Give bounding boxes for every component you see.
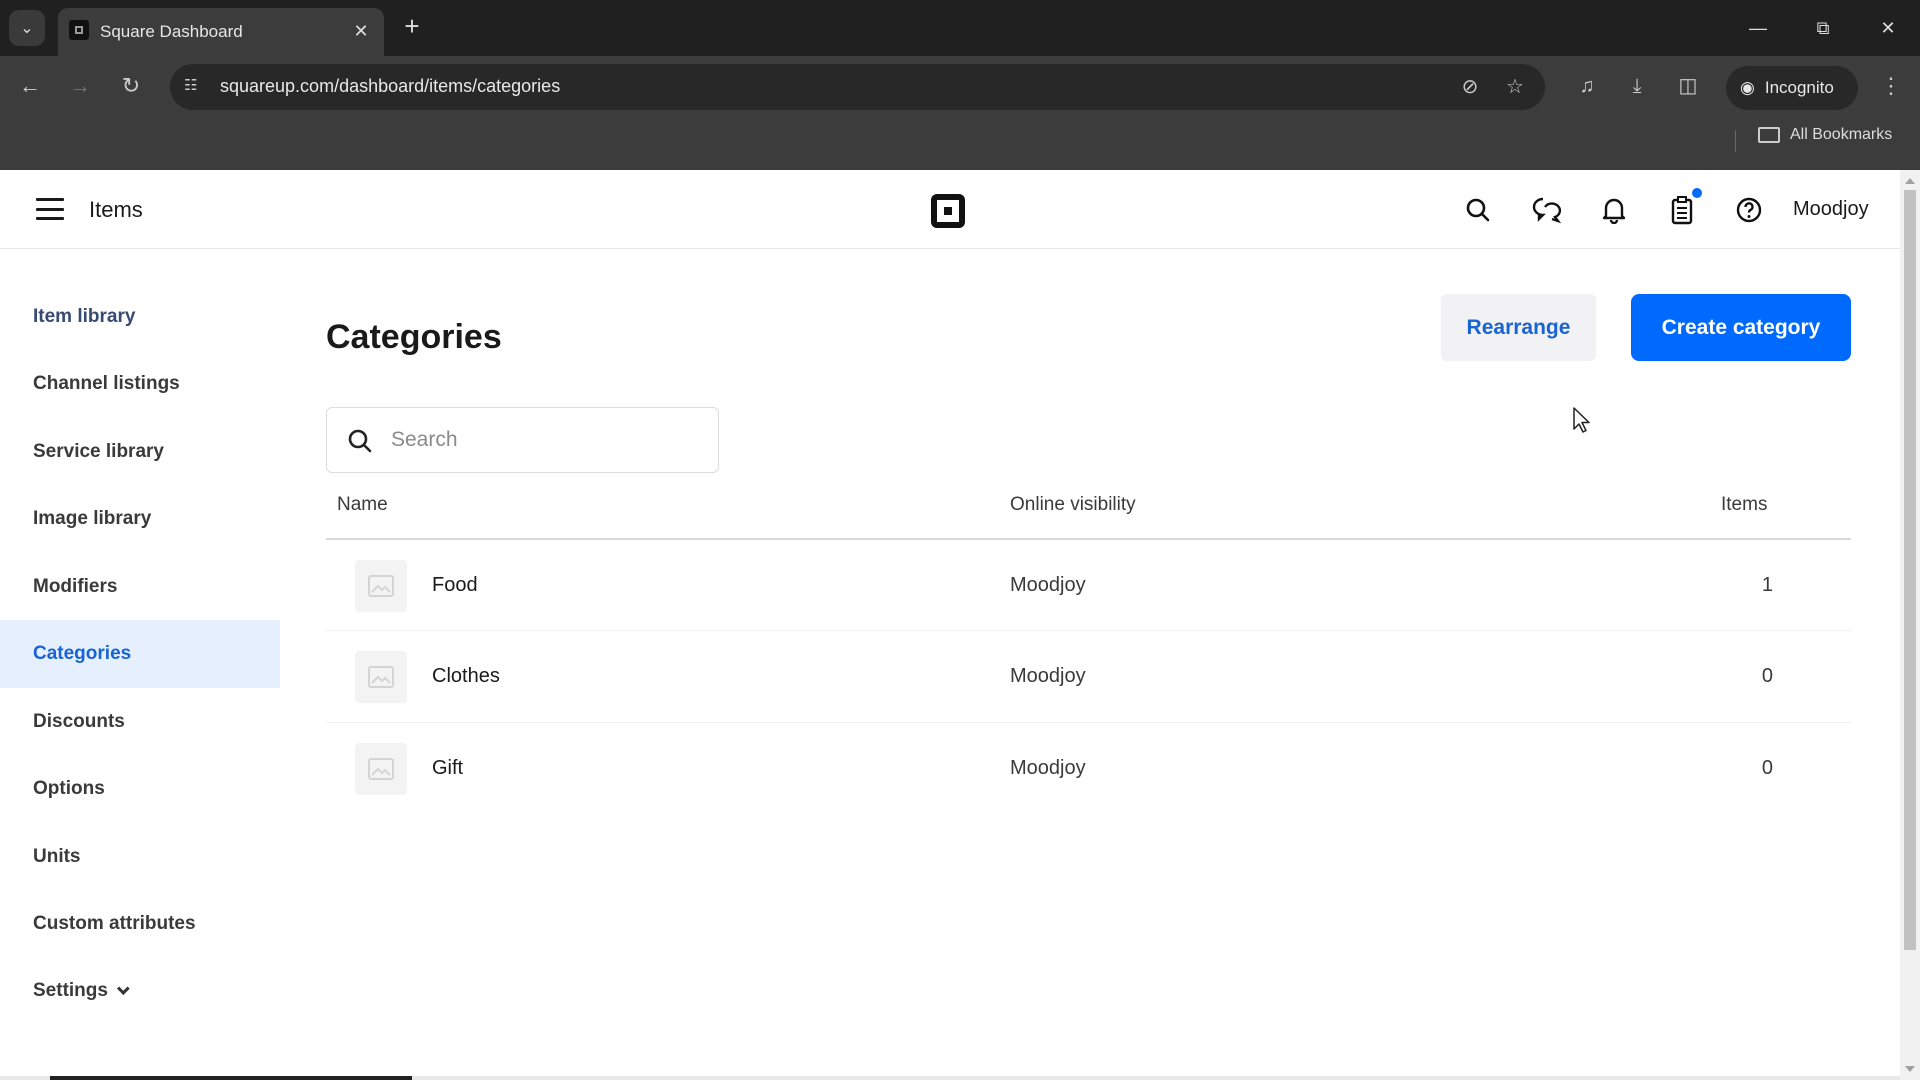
horizontal-scrollbar[interactable] xyxy=(0,1076,1900,1080)
online-visibility: Moodjoy xyxy=(1010,574,1086,596)
minimize-button[interactable]: — xyxy=(1738,10,1778,46)
table-row[interactable]: Clothes Moodjoy 0 xyxy=(326,631,1851,721)
sidebar-nav: Item library Channel listings Service li… xyxy=(0,249,280,1080)
column-header-items[interactable]: Items xyxy=(1721,494,1767,516)
download-icon[interactable]: ⤓ xyxy=(1623,72,1651,100)
online-visibility: Moodjoy xyxy=(1010,757,1086,779)
new-tab-button[interactable]: + xyxy=(398,12,426,40)
sidebar-item-item-library[interactable]: Item library xyxy=(0,283,280,351)
address-bar[interactable]: ☷ squareup.com/dashboard/items/categorie… xyxy=(170,64,1545,110)
chevron-down-icon xyxy=(116,981,130,995)
item-count: 1 xyxy=(1761,574,1773,596)
square-logo-icon[interactable] xyxy=(931,194,965,228)
account-menu[interactable]: Moodjoy xyxy=(1793,198,1869,221)
item-count: 0 xyxy=(1761,665,1773,687)
forward-button[interactable]: → xyxy=(64,70,96,102)
scroll-up-arrow-icon[interactable] xyxy=(1905,178,1915,184)
back-button[interactable]: ← xyxy=(14,70,46,102)
restore-button[interactable]: ⧉ xyxy=(1803,10,1843,46)
item-count: 0 xyxy=(1761,757,1773,779)
sidebar-item-modifiers[interactable]: Modifiers xyxy=(0,553,280,621)
category-name: Gift xyxy=(432,757,464,779)
notification-dot xyxy=(1692,188,1702,198)
image-placeholder-icon xyxy=(355,743,407,795)
horizontal-scrollbar-thumb[interactable] xyxy=(50,1076,412,1080)
sidebar-item-units[interactable]: Units xyxy=(0,823,280,891)
help-icon[interactable] xyxy=(1733,194,1765,226)
scrollbar-thumb[interactable] xyxy=(1904,190,1916,950)
browser-tab[interactable]: Square Dashboard ✕ xyxy=(58,8,384,56)
table-row[interactable]: Food Moodjoy 1 xyxy=(326,540,1851,630)
sidebar-item-settings[interactable]: Settings xyxy=(0,957,280,1025)
column-header-name[interactable]: Name xyxy=(337,494,388,516)
browser-tab-bar: ⌄ Square Dashboard ✕ + — ⧉ ✕ xyxy=(0,0,1920,56)
incognito-badge[interactable]: ◉ Incognito xyxy=(1726,66,1858,110)
browser-menu-icon[interactable]: ⋮ xyxy=(1880,70,1902,102)
image-placeholder-icon xyxy=(355,560,407,612)
table-row[interactable]: Gift Moodjoy 0 xyxy=(326,723,1851,813)
sidebar-item-discounts[interactable]: Discounts xyxy=(0,688,280,756)
bookmarks-divider xyxy=(1735,130,1736,152)
rearrange-button[interactable]: Rearrange xyxy=(1441,294,1596,361)
sidebar-item-channel-listings[interactable]: Channel listings xyxy=(0,350,280,418)
search-icon xyxy=(347,428,373,459)
folder-icon xyxy=(1758,127,1780,143)
messages-icon[interactable] xyxy=(1530,194,1562,226)
window-close-button[interactable]: ✕ xyxy=(1868,10,1908,46)
search-input[interactable] xyxy=(391,422,701,458)
media-control-icon[interactable]: ♫ xyxy=(1573,72,1601,100)
sidebar-item-image-library[interactable]: Image library xyxy=(0,485,280,553)
create-category-button[interactable]: Create category xyxy=(1631,294,1851,361)
category-name: Food xyxy=(432,574,478,596)
incognito-icon: ◉ xyxy=(1740,78,1755,97)
chevron-down-icon: ⌄ xyxy=(20,20,34,37)
url-text[interactable]: squareup.com/dashboard/items/categories xyxy=(220,76,560,97)
app-section-title: Items xyxy=(89,197,143,222)
clipboard-icon[interactable] xyxy=(1666,188,1702,226)
tab-title: Square Dashboard xyxy=(100,22,243,41)
bell-icon[interactable] xyxy=(1598,194,1630,226)
site-info-icon[interactable]: ☷ xyxy=(184,76,206,98)
sidebar-item-categories[interactable]: Categories xyxy=(0,620,280,688)
sidebar-item-custom-attributes[interactable]: Custom attributes xyxy=(0,890,280,958)
menu-icon[interactable] xyxy=(36,198,64,220)
search-icon[interactable] xyxy=(1462,194,1494,226)
online-visibility: Moodjoy xyxy=(1010,665,1086,687)
browser-toolbar: ← → ↻ ☷ squareup.com/dashboard/items/cat… xyxy=(0,56,1920,170)
sidebar-item-service-library[interactable]: Service library xyxy=(0,418,280,486)
sidebar-item-options[interactable]: Options xyxy=(0,755,280,823)
close-tab-icon[interactable]: ✕ xyxy=(350,20,372,42)
tab-search-button[interactable]: ⌄ xyxy=(9,10,45,46)
all-bookmarks-label: All Bookmarks xyxy=(1790,126,1893,143)
mouse-pointer-icon xyxy=(1572,406,1592,439)
incognito-label: Incognito xyxy=(1764,78,1834,97)
search-field[interactable] xyxy=(326,407,719,473)
scroll-down-arrow-icon[interactable] xyxy=(1905,1066,1915,1072)
eye-off-icon[interactable]: ⊘ xyxy=(1457,74,1483,100)
square-favicon-icon xyxy=(69,20,89,40)
category-name: Clothes xyxy=(432,665,500,687)
reload-button[interactable]: ↻ xyxy=(115,70,147,102)
page-title: Categories xyxy=(326,318,502,356)
bookmark-star-icon[interactable]: ☆ xyxy=(1502,74,1528,100)
column-header-online-visibility[interactable]: Online visibility xyxy=(1010,494,1136,516)
vertical-scrollbar[interactable] xyxy=(1900,170,1920,1080)
all-bookmarks-button[interactable]: All Bookmarks xyxy=(1758,126,1892,144)
image-placeholder-icon xyxy=(355,651,407,703)
app-header: Items Moodjoy xyxy=(0,170,1900,249)
settings-label: Settings xyxy=(33,980,108,1001)
side-panel-icon[interactable]: ◫ xyxy=(1674,72,1702,100)
